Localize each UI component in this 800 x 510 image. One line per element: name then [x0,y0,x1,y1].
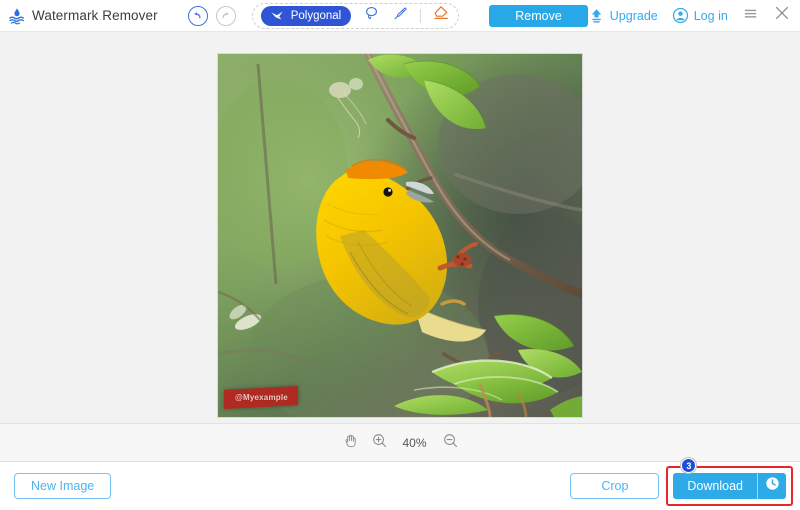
history-controls [187,5,236,26]
remove-button[interactable]: Remove [489,4,588,27]
zoom-out-button[interactable] [443,433,458,453]
undo-arrow-icon [192,10,203,21]
bottom-actions: Crop 3 Download [570,458,793,506]
water-drop-waves-logo-icon [8,7,26,25]
download-label: Download [687,479,743,493]
watermark-text: @Myexample [234,393,288,402]
zoom-in-button[interactable] [372,433,387,453]
upgrade-label: Upgrade [609,8,658,23]
upload-upgrade-icon [588,7,605,24]
brush-icon [392,5,409,27]
login-button[interactable]: Log in [672,7,728,24]
download-button[interactable]: Download [673,473,786,499]
hand-pan-button[interactable] [343,433,358,453]
brand: Watermark Remover [0,7,158,25]
history-clock-icon [765,476,780,496]
app-title: Watermark Remover [32,8,158,23]
hand-pan-icon [343,433,358,453]
zoom-level-label: 40% [402,435,427,450]
crop-button[interactable]: Crop [570,473,660,499]
bird-photo [218,54,582,417]
redo-button[interactable] [215,5,236,26]
step-badge: 3 [681,458,697,473]
photo-frame[interactable]: @Myexample [218,54,582,417]
new-image-button[interactable]: New Image [14,473,112,499]
top-toolbar: Watermark Remover Polygonal Remove Upgra… [0,0,800,32]
undo-button[interactable] [187,5,208,26]
zoom-bar: 40% [0,424,800,462]
tool-divider [420,8,422,23]
bottom-bar: New Image Crop 3 Download [0,458,800,510]
close-button[interactable] [773,4,791,27]
polygonal-lasso-icon [268,7,286,25]
download-history-button[interactable] [758,473,786,499]
tool-polygonal-label: Polygonal [290,9,342,22]
toolbar-right-group: Upgrade Log in [588,4,800,27]
app-window: Watermark Remover Polygonal Remove Upgra… [0,0,800,510]
hamburger-menu-button[interactable] [742,5,759,27]
close-icon [773,4,791,27]
lasso-icon [363,5,380,27]
tools-group: Polygonal [251,2,460,29]
tool-polygonal[interactable]: Polygonal [260,5,352,26]
redo-arrow-icon [220,10,231,21]
upgrade-button[interactable]: Upgrade [588,7,658,24]
zoom-in-icon [372,433,387,453]
tool-lasso[interactable] [362,5,380,27]
eraser-icon [432,4,450,27]
image-canvas[interactable]: @Myexample [0,32,800,424]
tool-eraser[interactable] [432,4,450,27]
hamburger-menu-icon [742,5,759,27]
download-group: 3 Download [666,458,793,506]
login-label: Log in [693,8,728,23]
watermark-overlay: @Myexample [224,386,298,409]
user-circle-icon [672,7,689,24]
zoom-out-icon [443,433,458,453]
tool-brush[interactable] [391,5,409,27]
